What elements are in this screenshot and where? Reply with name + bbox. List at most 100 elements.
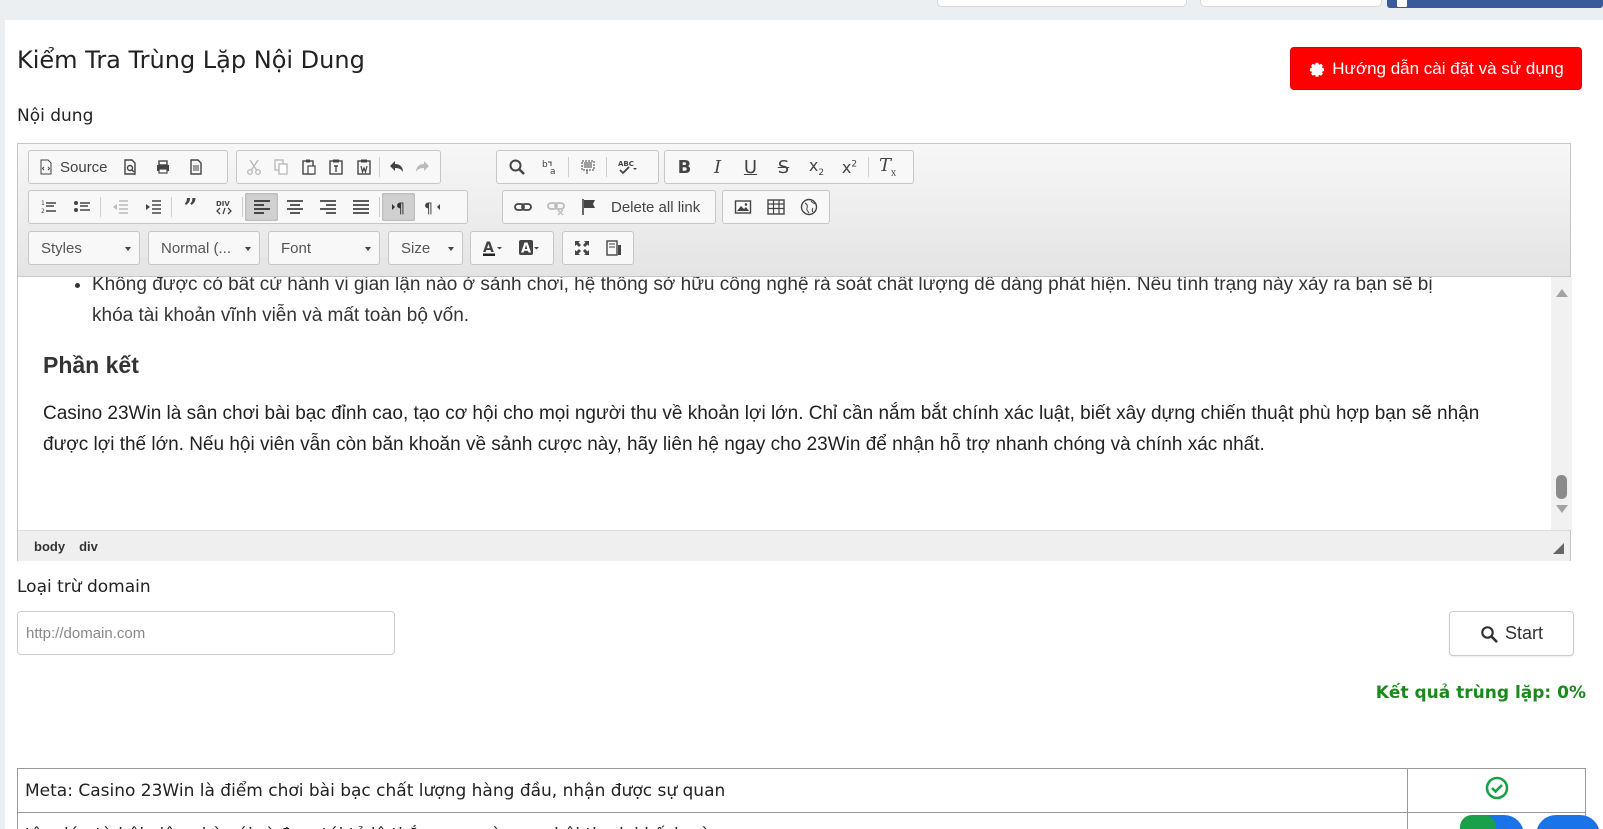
maximize-button[interactable]	[566, 234, 598, 262]
styles-dropdown-label: Styles	[41, 239, 82, 257]
justify-button[interactable]	[344, 193, 377, 221]
copy-icon	[274, 159, 288, 175]
rich-text-editor: Source ba ABC B I U S x2 x2 Tx 1 2 ” DIV…	[17, 143, 1572, 561]
separator	[100, 197, 101, 217]
preview-button[interactable]	[114, 153, 147, 181]
find-group: ba ABC	[496, 150, 659, 184]
show-blocks-button[interactable]	[598, 234, 630, 262]
remove-format-button[interactable]: Tx	[871, 153, 904, 181]
unlink-button[interactable]	[539, 193, 572, 221]
row-text: tâm lớn từ hội viên nhà cái vì đem tới t…	[17, 812, 1408, 829]
image-button[interactable]	[726, 193, 759, 221]
editor-content[interactable]: Không được có bất cứ hành vi gian lận nà…	[18, 277, 1551, 530]
create-div-button[interactable]: DIV	[207, 193, 240, 221]
text-color-button[interactable]: A	[474, 234, 511, 262]
align-right-button[interactable]	[311, 193, 344, 221]
element-path-bar: body div	[18, 530, 1570, 561]
font-dropdown-label: Font	[281, 239, 312, 257]
scroll-up-icon[interactable]	[1556, 289, 1568, 297]
gear-icon	[1310, 62, 1325, 77]
path-div[interactable]: div	[79, 539, 98, 554]
separator	[606, 157, 607, 177]
div-text: DIV	[216, 200, 230, 208]
iframe-button[interactable]	[792, 193, 825, 221]
paste-text-icon	[329, 159, 343, 175]
align-center-button[interactable]	[278, 193, 311, 221]
templates-button[interactable]	[180, 153, 213, 181]
subscript-button[interactable]: x2	[800, 153, 833, 181]
table-row: tâm lớn từ hội viên nhà cái vì đem tới t…	[17, 812, 1586, 829]
chat-icon	[1460, 815, 1496, 829]
editor-scrollbar[interactable]	[1551, 277, 1572, 530]
table-row: Meta: Casino 23Win là điểm chơi bài bạc …	[17, 768, 1586, 813]
rtl-button[interactable]: ¶	[415, 193, 448, 221]
copy-button[interactable]	[267, 153, 294, 181]
bg-color-button[interactable]: A	[511, 234, 548, 262]
guide-button[interactable]: Hướng dẫn cài đặt và sử dụng	[1290, 47, 1582, 90]
select-all-button[interactable]	[571, 153, 604, 181]
chat-widget-button[interactable]	[1460, 815, 1524, 829]
align-left-icon	[253, 200, 270, 214]
template-icon	[190, 159, 202, 175]
resize-handle-icon[interactable]	[1553, 543, 1564, 554]
table-button[interactable]	[759, 193, 792, 221]
start-button-label: Start	[1504, 623, 1543, 643]
select-all-icon	[581, 160, 594, 174]
font-dropdown[interactable]: Font	[268, 231, 380, 265]
search-icon	[1481, 625, 1498, 643]
bold-button[interactable]: B	[668, 153, 701, 181]
format-dropdown[interactable]: Normal (...	[148, 231, 260, 265]
ltr-button[interactable]: ¶	[382, 193, 415, 221]
strikethrough-icon: S	[777, 156, 790, 178]
results-table: Meta: Casino 23Win là điểm chơi bài bạc …	[17, 768, 1586, 829]
svg-text:a: a	[550, 167, 556, 176]
source-button[interactable]: Source	[32, 153, 114, 181]
cut-button[interactable]	[240, 153, 267, 181]
duplicate-result: Kết quả trùng lặp: 0%	[1375, 683, 1586, 703]
underline-button[interactable]: U	[734, 153, 767, 181]
content-label: Nội dung	[17, 106, 94, 126]
blockquote-button[interactable]: ”	[174, 193, 207, 222]
redo-button[interactable]	[410, 153, 437, 181]
messenger-widget-button[interactable]	[1536, 815, 1600, 829]
top-select-field[interactable]	[1200, 0, 1382, 7]
styles-dropdown[interactable]: Styles	[28, 231, 140, 265]
indent-button[interactable]	[136, 193, 169, 221]
facebook-button[interactable]	[1387, 0, 1603, 8]
start-button[interactable]: Start	[1449, 611, 1574, 656]
document-group: Source	[28, 150, 228, 184]
justify-icon	[352, 200, 369, 214]
spellcheck-button[interactable]: ABC	[609, 153, 647, 181]
bulleted-list-button[interactable]	[65, 193, 98, 221]
path-body[interactable]: body	[34, 539, 65, 554]
paste-button[interactable]	[295, 153, 322, 181]
facebook-icon	[1397, 0, 1407, 7]
size-dropdown-label: Size	[401, 239, 431, 257]
flag-icon	[581, 199, 595, 215]
paste-text-button[interactable]	[322, 153, 349, 181]
find-button[interactable]	[500, 153, 533, 181]
align-left-button[interactable]	[245, 193, 278, 221]
top-input-field[interactable]	[937, 0, 1187, 7]
strike-button[interactable]: S	[767, 153, 800, 181]
undo-button[interactable]	[382, 153, 409, 181]
scroll-down-icon[interactable]	[1556, 505, 1568, 513]
delete-all-link-button[interactable]: Delete all link	[605, 193, 706, 221]
align-right-icon	[319, 200, 336, 214]
svg-text:2: 2	[41, 208, 45, 215]
print-button[interactable]	[147, 153, 180, 181]
numbered-list-button[interactable]: 12	[32, 193, 65, 221]
domain-input[interactable]	[17, 611, 395, 655]
link-button[interactable]	[506, 193, 539, 221]
size-dropdown[interactable]: Size	[388, 231, 463, 265]
replace-button[interactable]: ba	[533, 153, 566, 181]
anchor-button[interactable]	[572, 193, 605, 221]
italic-button[interactable]: I	[701, 153, 734, 181]
outdent-button[interactable]	[103, 193, 136, 221]
chevron-down-icon	[245, 247, 251, 251]
paste-word-button[interactable]	[350, 153, 377, 181]
table-icon	[766, 199, 785, 215]
text-color-icon: A	[482, 240, 502, 256]
scrollbar-thumb[interactable]	[1556, 475, 1567, 499]
superscript-button[interactable]: x2	[833, 153, 866, 181]
